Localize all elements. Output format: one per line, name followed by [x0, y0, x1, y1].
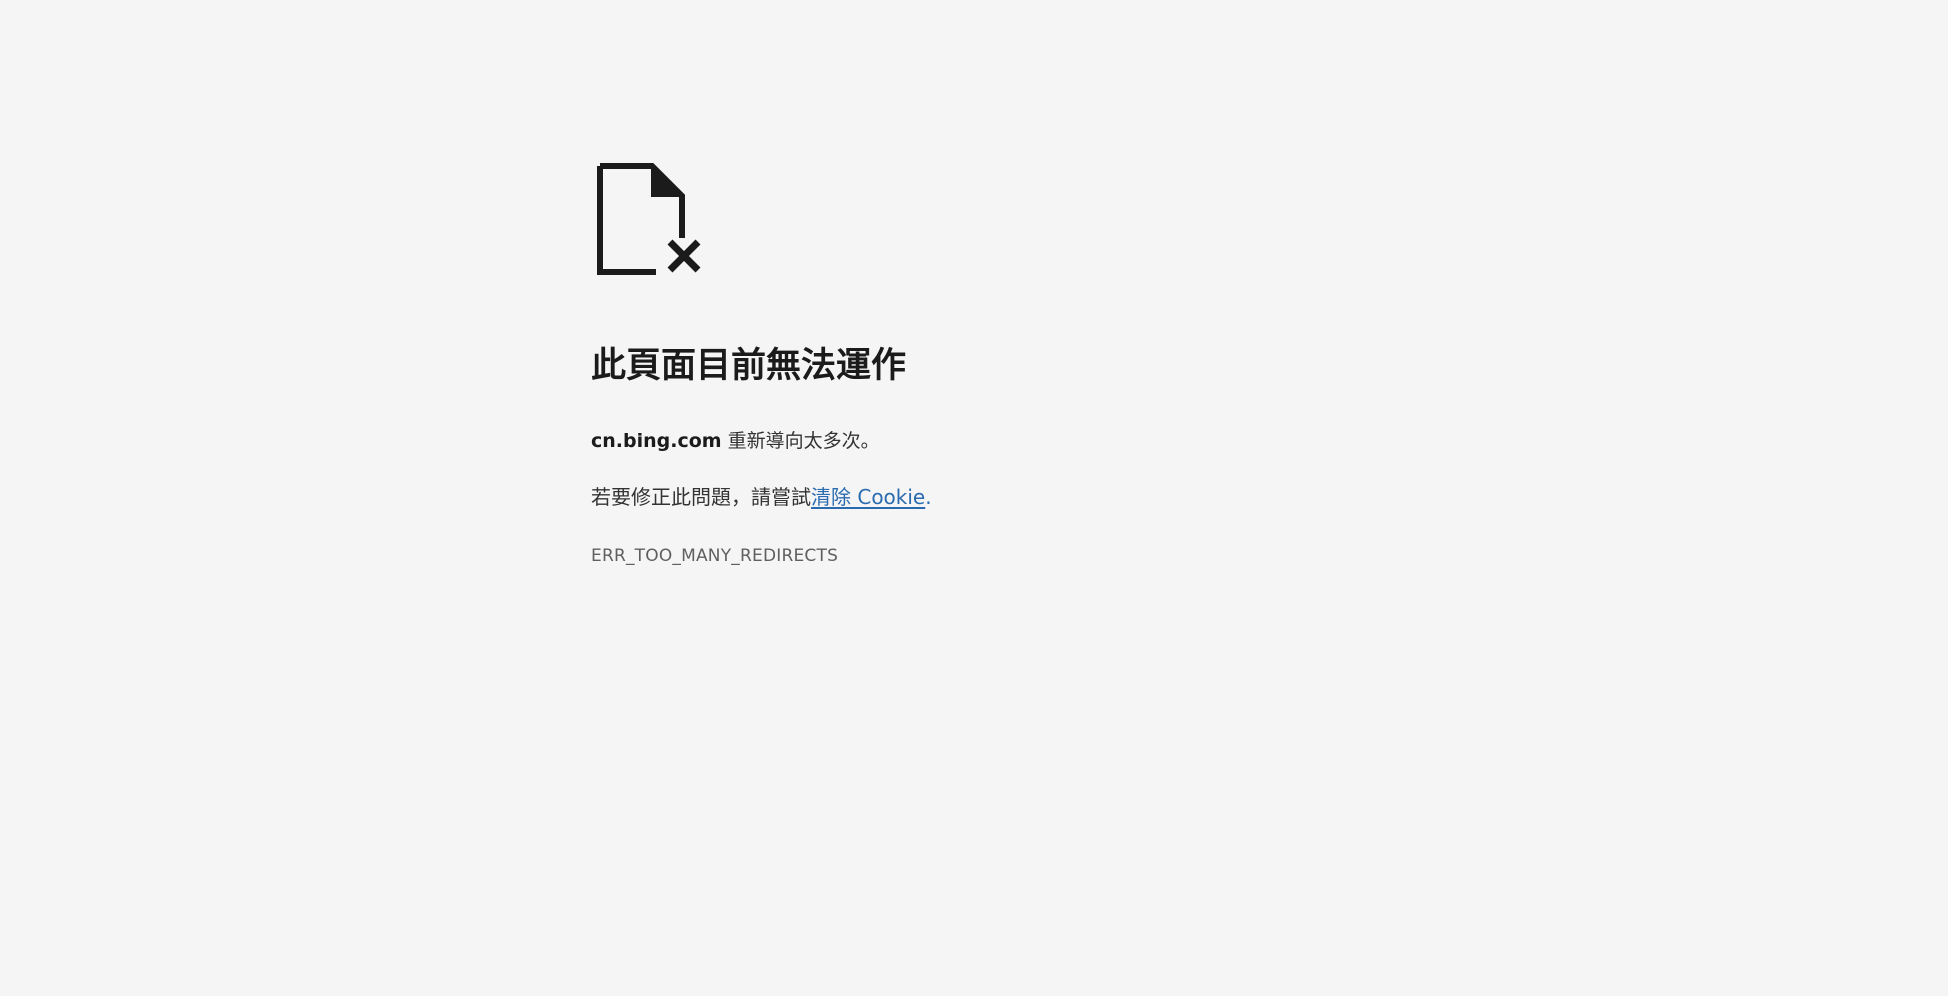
fix-suggestion: 若要修正此問題，請嘗試清除 Cookie. — [591, 482, 932, 512]
error-page: 此頁面目前無法運作 cn.bing.com 重新導向太多次。 若要修正此問題，請… — [0, 0, 1948, 996]
page-title: 此頁面目前無法運作 — [591, 346, 907, 386]
error-description: cn.bing.com 重新導向太多次。 — [591, 427, 880, 455]
page-broken-icon — [597, 163, 701, 275]
host-name: cn.bing.com — [591, 430, 722, 452]
fix-suggestion-text: 若要修正此問題，請嘗試 — [591, 485, 811, 509]
clear-cookies-link[interactable]: 清除 Cookie — [811, 485, 925, 509]
redirect-message: 重新導向太多次。 — [721, 430, 880, 452]
error-code: ERR_TOO_MANY_REDIRECTS — [591, 546, 839, 566]
fix-suggestion-period: . — [925, 485, 932, 509]
